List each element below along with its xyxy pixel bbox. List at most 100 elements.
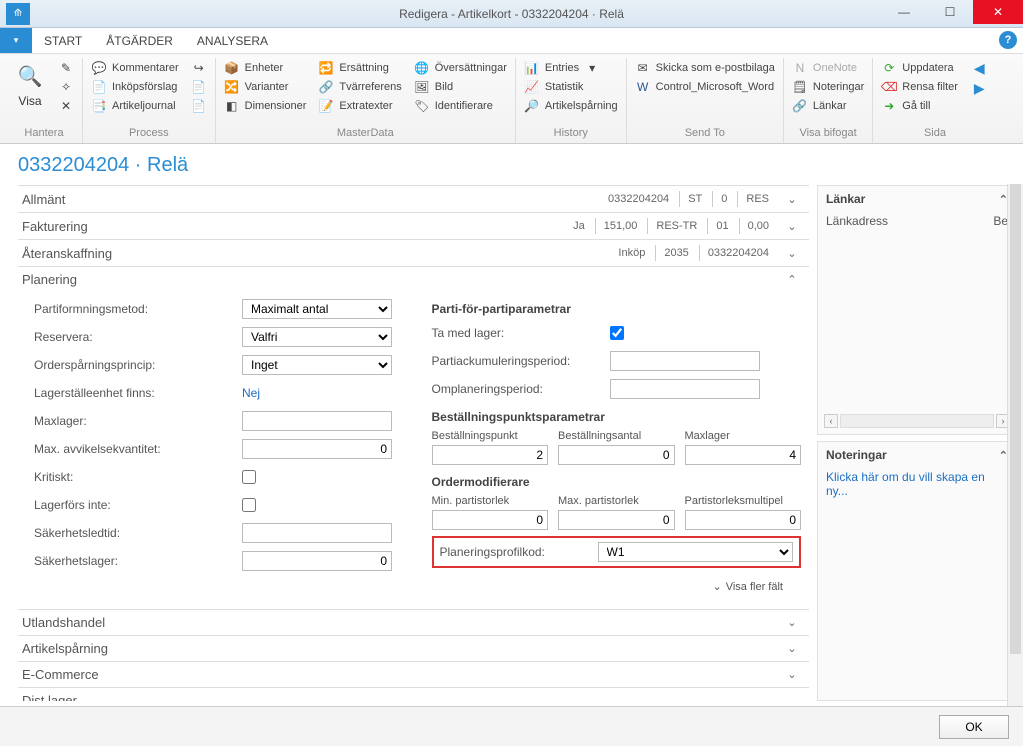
next-arrow-icon[interactable]: ▶ <box>970 80 989 97</box>
tamedlager-checkbox[interactable] <box>610 326 624 340</box>
minimize-button[interactable]: — <box>881 0 927 24</box>
scroll-left-icon[interactable]: ‹ <box>824 414 838 428</box>
planprofil-select[interactable]: W1 <box>598 542 794 562</box>
new-note-link[interactable]: Klicka här om du vill skapa en ny... <box>826 470 1008 498</box>
kommentarer-button[interactable]: 💬Kommentarer <box>91 60 179 76</box>
fasttab-distlager[interactable]: Dist.lager⌄ <box>18 687 809 701</box>
fasttab-ecommerce[interactable]: E-Commerce⌄ <box>18 661 809 687</box>
fasttab-allmant[interactable]: Allmänt 0332204204 ST 0 RES ⌄ <box>18 185 809 212</box>
visa-button[interactable]: Visa <box>18 94 41 108</box>
chevron-down-icon[interactable]: ⌄ <box>783 247 801 260</box>
kritiskt-label: Kritiskt: <box>34 470 234 484</box>
varianter-button[interactable]: 🔀Varianter <box>224 79 307 95</box>
lagerstalleenhet-value[interactable]: Nej <box>242 386 260 400</box>
process-action-1[interactable]: ↪ <box>191 60 207 76</box>
partiformningsmetod-select[interactable]: Maximalt antal <box>242 299 392 319</box>
bestpunkt-input[interactable] <box>432 445 549 465</box>
fasttab-artikelsparning[interactable]: Artikelspårning⌄ <box>18 635 809 661</box>
minparti-input[interactable] <box>432 510 549 530</box>
main-scrollbar[interactable] <box>1007 184 1023 706</box>
chevron-down-icon[interactable]: ⌄ <box>783 694 801 701</box>
onenote-button[interactable]: NOneNote <box>792 60 864 76</box>
omplanering-input[interactable] <box>610 379 760 399</box>
entries-button[interactable]: 📊Entries ▾ <box>524 60 618 76</box>
fasttab-fakturering[interactable]: Fakturering Ja 151,00 RES-TR 01 0,00 ⌄ <box>18 212 809 239</box>
bestpunkt-header: Beställningspunktsparametrar <box>432 410 802 424</box>
replace-icon: 🔁 <box>318 60 334 76</box>
chevron-up-icon[interactable]: ⌃ <box>783 273 801 286</box>
sakerhetslager-input[interactable] <box>242 551 392 571</box>
help-icon[interactable]: ? <box>999 31 1017 49</box>
rensa-button[interactable]: ⌫Rensa filter <box>881 79 958 95</box>
lagerfors-checkbox[interactable] <box>242 498 256 512</box>
chevron-down-icon[interactable]: ⌄ <box>783 616 801 629</box>
word-button[interactable]: WControl_Microsoft_Word <box>635 79 775 95</box>
tab-start[interactable]: START <box>32 28 94 53</box>
partiformningsmetod-label: Partiformningsmetod: <box>34 302 234 316</box>
partimult-input[interactable] <box>685 510 802 530</box>
uppdatera-button[interactable]: ⟳Uppdatera <box>881 60 958 76</box>
ribbon-group-visabifogat: Visa bifogat <box>792 125 864 143</box>
process-action-3[interactable]: 📄 <box>191 98 207 114</box>
view-icon[interactable]: 🔍 <box>14 60 46 92</box>
chevron-down-icon[interactable]: ⌄ <box>783 220 801 233</box>
bestantal-label: Beställningsantal <box>558 430 675 442</box>
sakerhetsledtid-input[interactable] <box>242 523 392 543</box>
maxlager2-label: Maxlager <box>685 430 802 442</box>
noteringar-factbox: Noteringar⌃ Klicka här om du vill skapa … <box>817 441 1017 701</box>
ersattning-button[interactable]: 🔁Ersättning <box>318 60 401 76</box>
menubar: ▾ START ÅTGÄRDER ANALYSERA ? <box>0 28 1023 54</box>
reservera-select[interactable]: Valfri <box>242 327 392 347</box>
bestantal-input[interactable] <box>558 445 675 465</box>
email-button[interactable]: ✉Skicka som e-postbilaga <box>635 60 775 76</box>
noteringar-button[interactable]: 🗒Noteringar <box>792 79 864 95</box>
bestpunkt-label: Beställningspunkt <box>432 430 549 442</box>
statistik-button[interactable]: 📈Statistik <box>524 79 618 95</box>
visafler-link[interactable]: Visa fler fält <box>726 581 783 593</box>
maximize-button[interactable]: ☐ <box>927 0 973 24</box>
mail-icon: ✉ <box>635 60 651 76</box>
lagerfors-label: Lagerförs inte: <box>34 498 234 512</box>
gatill-button[interactable]: ➜Gå till <box>881 98 958 114</box>
chevron-down-icon[interactable]: ⌄ <box>783 668 801 681</box>
enheter-button[interactable]: 📦Enheter <box>224 60 307 76</box>
chevron-down-icon[interactable]: ⌄ <box>713 580 722 593</box>
tab-analysera[interactable]: ANALYSERA <box>185 28 280 53</box>
planprofil-highlight: Planeringsprofilkod: W1 <box>432 536 802 568</box>
edit-button[interactable]: ✎ <box>58 60 74 76</box>
prev-arrow-icon[interactable]: ◀ <box>970 60 989 77</box>
file-menu[interactable]: ▾ <box>0 28 32 53</box>
entries-icon: 📊 <box>524 60 540 76</box>
scroll-track[interactable] <box>840 414 994 428</box>
ok-button[interactable]: OK <box>939 715 1009 739</box>
partiackum-input[interactable] <box>610 351 760 371</box>
ribbon-group-process: Process <box>91 125 207 143</box>
lankar-button[interactable]: 🔗Länkar <box>792 98 864 114</box>
tab-atgarder[interactable]: ÅTGÄRDER <box>94 28 185 53</box>
artikeljournal-button[interactable]: 📑Artikeljournal <box>91 98 179 114</box>
fasttab-ateranskaffning[interactable]: Återanskaffning Inköp 2035 0332204204 ⌄ <box>18 239 809 266</box>
side-panel: Länkar⌃ LänkadressBe ‹ › Noteringar⌃ Kli… <box>817 185 1017 701</box>
extratexter-button[interactable]: 📝Extratexter <box>318 98 401 114</box>
chevron-down-icon[interactable]: ⌄ <box>783 642 801 655</box>
process-action-2[interactable]: 📄 <box>191 79 207 95</box>
bild-button[interactable]: 🖼Bild <box>414 79 507 95</box>
page-title: 0332204204 · Relä <box>0 144 1023 185</box>
delete-button[interactable]: ✕ <box>58 98 74 114</box>
tvarreferens-button[interactable]: 🔗Tvärreferens <box>318 79 401 95</box>
kritiskt-checkbox[interactable] <box>242 470 256 484</box>
fasttab-utlandshandel[interactable]: Utlandshandel⌄ <box>18 609 809 635</box>
maxlager-input[interactable] <box>242 411 392 431</box>
dimensioner-button[interactable]: ◧Dimensioner <box>224 98 307 114</box>
ordersparning-select[interactable]: Inget <box>242 355 392 375</box>
maxparti-input[interactable] <box>558 510 675 530</box>
maxlager2-input[interactable] <box>685 445 802 465</box>
artikelsparning-button[interactable]: 🔎Artikelspårning <box>524 98 618 114</box>
identifierare-button[interactable]: 🏷Identifierare <box>414 98 507 114</box>
new-button[interactable]: ✧ <box>58 79 74 95</box>
inkopsforslag-button[interactable]: 📄Inköpsförslag <box>91 79 179 95</box>
maxavvik-input[interactable] <box>242 439 392 459</box>
oversattningar-button[interactable]: 🌐Översättningar <box>414 60 507 76</box>
chevron-down-icon[interactable]: ⌄ <box>783 193 801 206</box>
close-button[interactable]: ✕ <box>973 0 1023 24</box>
